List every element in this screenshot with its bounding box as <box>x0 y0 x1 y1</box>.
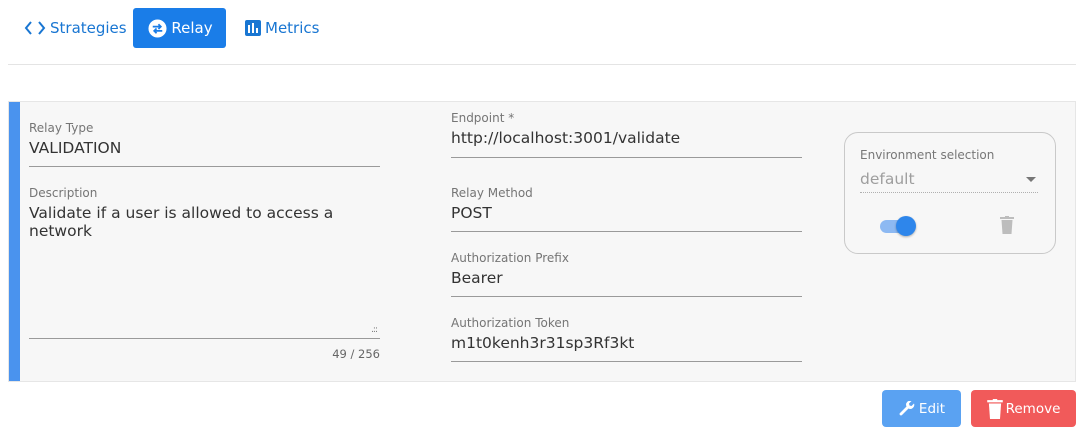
tab-relay[interactable]: Relay <box>133 8 226 48</box>
description-field[interactable]: Description Validate if a user is allowe… <box>29 186 380 361</box>
field-underline <box>451 296 802 297</box>
auth-prefix-label: Authorization Prefix <box>451 251 569 265</box>
endpoint-input[interactable]: http://localhost:3001/validate <box>451 129 802 147</box>
endpoint-label: Endpoint * <box>451 111 515 125</box>
environment-select[interactable]: default <box>860 169 1038 193</box>
auth-prefix-field[interactable]: Authorization Prefix Bearer <box>451 251 802 299</box>
toggle-knob <box>896 216 916 236</box>
field-underline <box>29 166 380 167</box>
tab-metrics-label: Metrics <box>265 19 320 37</box>
field-underline <box>451 361 802 362</box>
chevron-down-icon <box>1026 177 1036 182</box>
relay-method-field[interactable]: Relay Method POST <box>451 186 802 234</box>
tab-metrics[interactable]: Metrics <box>245 8 319 48</box>
bar-chart-icon <box>245 20 261 36</box>
tab-divider <box>8 64 1076 65</box>
relay-type-label: Relay Type <box>29 121 94 135</box>
auth-token-label: Authorization Token <box>451 316 570 330</box>
endpoint-field[interactable]: Endpoint * http://localhost:3001/validat… <box>451 111 802 159</box>
code-brackets-icon <box>24 21 46 35</box>
remove-button-label: Remove <box>1005 400 1061 417</box>
description-textarea[interactable]: Validate if a user is allowed to access … <box>29 204 380 240</box>
environment-selected-value: default <box>860 170 915 188</box>
tab-bar: Strategies Relay Metrics <box>0 0 1080 64</box>
auth-token-field[interactable]: Authorization Token m1t0kenh3r31sp3Rf3kt <box>451 316 802 364</box>
remove-button[interactable]: Remove <box>971 390 1076 427</box>
relay-method-value[interactable]: POST <box>451 204 802 222</box>
relay-type-field[interactable]: Relay Type VALIDATION <box>29 121 380 168</box>
edit-button[interactable]: Edit <box>882 390 961 427</box>
environment-toggle[interactable] <box>880 215 916 237</box>
description-label: Description <box>29 186 98 200</box>
swap-circle-icon <box>148 18 167 38</box>
tab-relay-label: Relay <box>171 19 213 37</box>
char-counter: 49 / 256 <box>332 347 380 361</box>
trash-icon <box>986 398 1003 419</box>
environment-label: Environment selection <box>860 148 995 162</box>
auth-prefix-input[interactable]: Bearer <box>451 269 802 287</box>
trash-icon[interactable] <box>1000 216 1014 238</box>
field-underline <box>451 231 802 232</box>
field-underline <box>29 338 380 339</box>
relay-method-label: Relay Method <box>451 186 533 200</box>
relay-type-value[interactable]: VALIDATION <box>29 139 380 157</box>
tab-strategies-label: Strategies <box>50 19 127 37</box>
relay-card: Relay Type VALIDATION Description Valida… <box>8 101 1076 382</box>
resize-handle-icon[interactable]: .:: <box>371 325 378 335</box>
tab-strategies[interactable]: Strategies <box>24 8 127 48</box>
wrench-icon <box>898 400 916 417</box>
auth-token-input[interactable]: m1t0kenh3r31sp3Rf3kt <box>451 334 802 352</box>
environment-panel: Environment selection default <box>844 132 1056 254</box>
edit-button-label: Edit <box>918 400 946 417</box>
field-underline <box>451 157 802 158</box>
card-accent-bar <box>9 102 20 381</box>
